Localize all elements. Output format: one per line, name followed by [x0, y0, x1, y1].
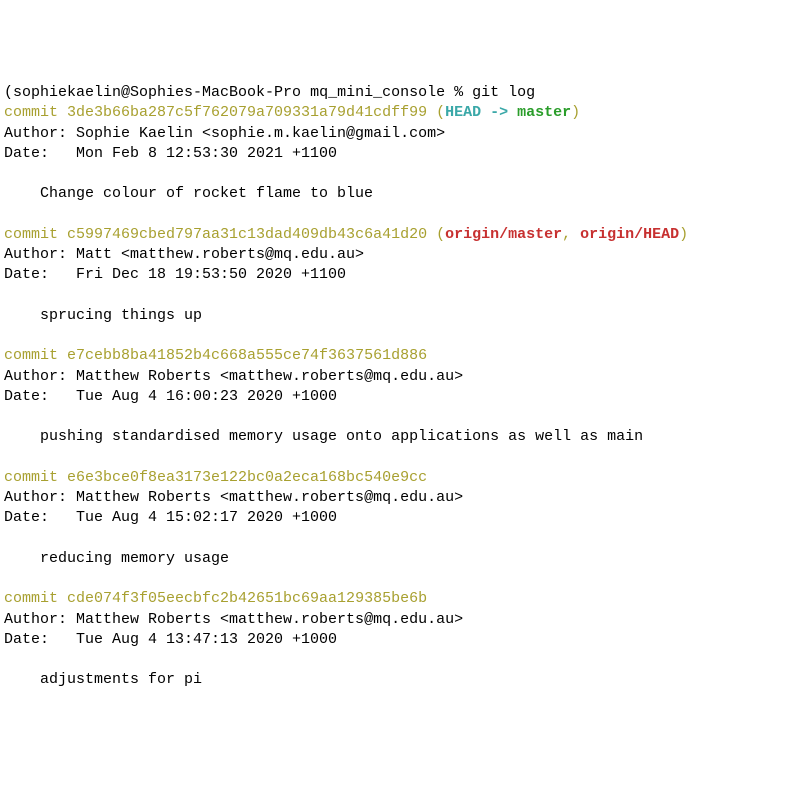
commit-line: commit e7cebb8ba41852b4c668a555ce74f3637… — [4, 346, 790, 366]
remote-ref: origin/HEAD — [580, 226, 679, 243]
prompt-line: (sophiekaelin@Sophies-MacBook-Pro mq_min… — [4, 83, 790, 103]
commit-block: commit 3de3b66ba287c5f762079a709331a79d4… — [4, 103, 790, 225]
date-line: Date: Tue Aug 4 13:47:13 2020 +1000 — [4, 630, 790, 650]
date-label: Date: — [4, 631, 76, 648]
refs-paren-close: ) — [571, 104, 580, 121]
date-line: Date: Tue Aug 4 15:02:17 2020 +1000 — [4, 508, 790, 528]
commit-hash: cde074f3f05eecbfc2b42651bc69aa129385be6b — [67, 590, 427, 607]
commit-prefix: commit — [4, 347, 67, 364]
author-label: Author: — [4, 125, 76, 142]
author-line: Author: Matt <matthew.roberts@mq.edu.au> — [4, 245, 790, 265]
author-label: Author: — [4, 489, 76, 506]
refs-sep: , — [562, 226, 580, 243]
date-value: Tue Aug 4 16:00:23 2020 +1000 — [76, 388, 337, 405]
author-line: Author: Sophie Kaelin <sophie.m.kaelin@g… — [4, 124, 790, 144]
date-label: Date: — [4, 266, 76, 283]
commit-hash: e7cebb8ba41852b4c668a555ce74f3637561d886 — [67, 347, 427, 364]
refs-paren-open: ( — [427, 226, 445, 243]
commit-message: adjustments for pi — [4, 670, 790, 690]
author-value: Matthew Roberts <matthew.roberts@mq.edu.… — [76, 489, 463, 506]
refs-paren-open: ( — [427, 104, 445, 121]
author-label: Author: — [4, 368, 76, 385]
date-line: Date: Tue Aug 4 16:00:23 2020 +1000 — [4, 387, 790, 407]
date-label: Date: — [4, 388, 76, 405]
commit-prefix: commit — [4, 226, 67, 243]
date-line: Date: Mon Feb 8 12:53:30 2021 +1100 — [4, 144, 790, 164]
commit-message: reducing memory usage — [4, 549, 790, 569]
commit-prefix: commit — [4, 590, 67, 607]
author-value: Matthew Roberts <matthew.roberts@mq.edu.… — [76, 611, 463, 628]
terminal-output[interactable]: (sophiekaelin@Sophies-MacBook-Pro mq_min… — [4, 83, 790, 691]
date-value: Tue Aug 4 15:02:17 2020 +1000 — [76, 509, 337, 526]
commit-line: commit cde074f3f05eecbfc2b42651bc69aa129… — [4, 589, 790, 609]
commit-hash: e6e3bce0f8ea3173e122bc0a2eca168bc540e9cc — [67, 469, 427, 486]
date-label: Date: — [4, 145, 76, 162]
commit-line: commit e6e3bce0f8ea3173e122bc0a2eca168bc… — [4, 468, 790, 488]
date-line: Date: Fri Dec 18 19:53:50 2020 +1100 — [4, 265, 790, 285]
remote-ref: origin/master — [445, 226, 562, 243]
commit-block: commit e7cebb8ba41852b4c668a555ce74f3637… — [4, 346, 790, 468]
commit-block: commit c5997469cbed797aa31c13dad409db43c… — [4, 225, 790, 347]
prompt-symbol: % — [454, 84, 472, 101]
blank-line — [4, 407, 790, 427]
commit-hash: c5997469cbed797aa31c13dad409db43c6a41d20 — [67, 226, 427, 243]
commit-prefix: commit — [4, 104, 67, 121]
blank-line — [4, 205, 790, 225]
commit-prefix: commit — [4, 469, 67, 486]
author-label: Author: — [4, 611, 76, 628]
blank-line — [4, 164, 790, 184]
date-label: Date: — [4, 509, 76, 526]
date-value: Fri Dec 18 19:53:50 2020 +1100 — [76, 266, 346, 283]
commit-block: commit e6e3bce0f8ea3173e122bc0a2eca168bc… — [4, 468, 790, 590]
commit-message: sprucing things up — [4, 306, 790, 326]
commit-line: commit 3de3b66ba287c5f762079a709331a79d4… — [4, 103, 790, 123]
commit-hash: 3de3b66ba287c5f762079a709331a79d41cdff99 — [67, 104, 427, 121]
commit-message: Change colour of rocket flame to blue — [4, 184, 790, 204]
author-value: Matt <matthew.roberts@mq.edu.au> — [76, 246, 364, 263]
commit-block: commit cde074f3f05eecbfc2b42651bc69aa129… — [4, 589, 790, 690]
head-ref: HEAD -> — [445, 104, 517, 121]
blank-line — [4, 569, 790, 589]
author-line: Author: Matthew Roberts <matthew.roberts… — [4, 610, 790, 630]
date-value: Mon Feb 8 12:53:30 2021 +1100 — [76, 145, 337, 162]
author-label: Author: — [4, 246, 76, 263]
author-line: Author: Matthew Roberts <matthew.roberts… — [4, 488, 790, 508]
prompt-user-host: (sophiekaelin@Sophies-MacBook-Pro — [4, 84, 310, 101]
author-line: Author: Matthew Roberts <matthew.roberts… — [4, 367, 790, 387]
blank-line — [4, 286, 790, 306]
blank-line — [4, 650, 790, 670]
prompt-cwd: mq_mini_console — [310, 84, 454, 101]
blank-line — [4, 448, 790, 468]
author-value: Sophie Kaelin <sophie.m.kaelin@gmail.com… — [76, 125, 445, 142]
branch-ref: master — [517, 104, 571, 121]
commit-line: commit c5997469cbed797aa31c13dad409db43c… — [4, 225, 790, 245]
blank-line — [4, 529, 790, 549]
prompt-command: git log — [472, 84, 535, 101]
refs-paren-close: ) — [679, 226, 688, 243]
blank-line — [4, 326, 790, 346]
commit-message: pushing standardised memory usage onto a… — [4, 427, 790, 447]
date-value: Tue Aug 4 13:47:13 2020 +1000 — [76, 631, 337, 648]
author-value: Matthew Roberts <matthew.roberts@mq.edu.… — [76, 368, 463, 385]
